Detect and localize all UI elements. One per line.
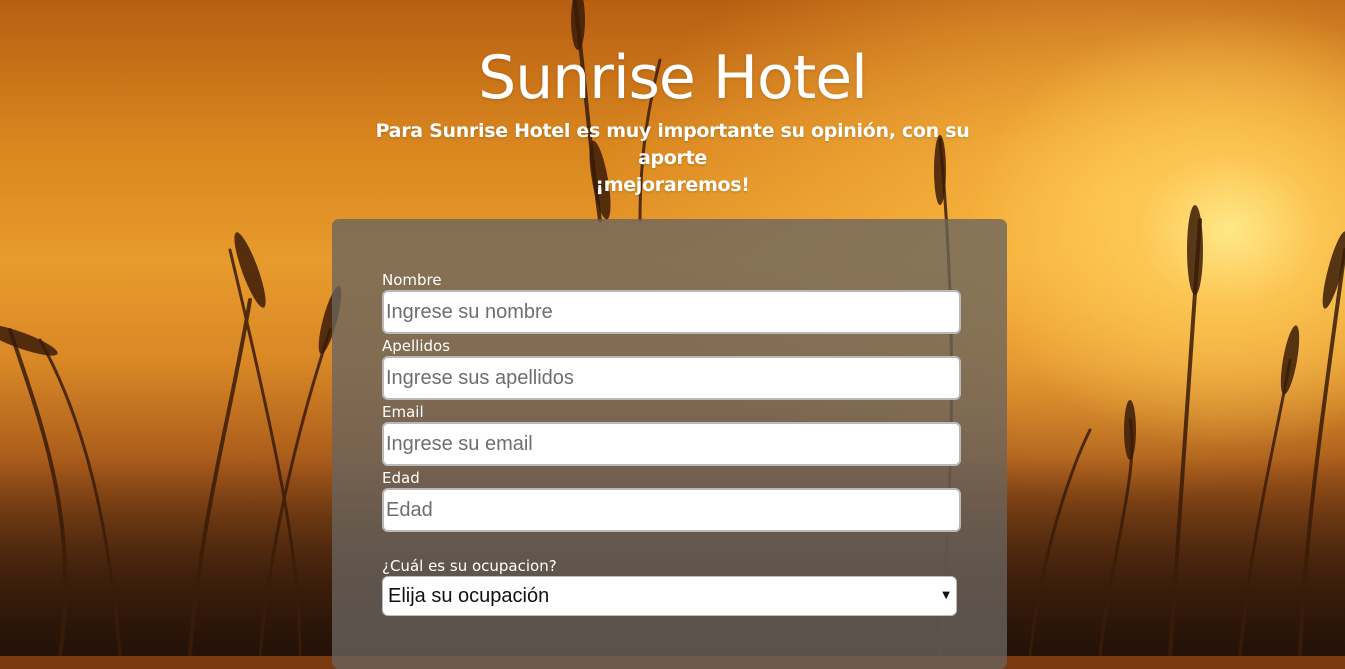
nombre-field: Nombre: [382, 270, 961, 334]
apellidos-field: Apellidos: [382, 336, 961, 400]
ocupacion-select[interactable]: Elija su ocupación ▼: [382, 576, 957, 616]
nombre-label: Nombre: [382, 271, 442, 289]
page-title: Sunrise Hotel: [478, 43, 868, 113]
ocupacion-field: ¿Cuál es su ocupacion? Elija su ocupació…: [382, 556, 957, 616]
nombre-input[interactable]: [382, 290, 961, 334]
edad-field: Edad: [382, 468, 961, 532]
email-input[interactable]: [382, 422, 961, 466]
email-label: Email: [382, 403, 424, 421]
apellidos-input[interactable]: [382, 356, 961, 400]
ocupacion-selected-value: Elija su ocupación: [388, 585, 550, 607]
chevron-down-icon: ▼: [942, 590, 950, 601]
subtitle-line-2: ¡mejoraremos!: [595, 174, 750, 196]
email-field: Email: [382, 402, 961, 466]
edad-label: Edad: [382, 469, 420, 487]
subtitle-line-1: Para Sunrise Hotel es muy importante su …: [375, 120, 970, 169]
ocupacion-label: ¿Cuál es su ocupacion?: [382, 557, 557, 575]
apellidos-label: Apellidos: [382, 337, 451, 355]
page-subtitle: Para Sunrise Hotel es muy importante su …: [363, 118, 983, 199]
page-header: Sunrise Hotel Para Sunrise Hotel es muy …: [0, 38, 1345, 199]
survey-form: Nombre Apellidos Email Edad ¿Cuál es su …: [332, 219, 1007, 669]
edad-input[interactable]: [382, 488, 961, 532]
